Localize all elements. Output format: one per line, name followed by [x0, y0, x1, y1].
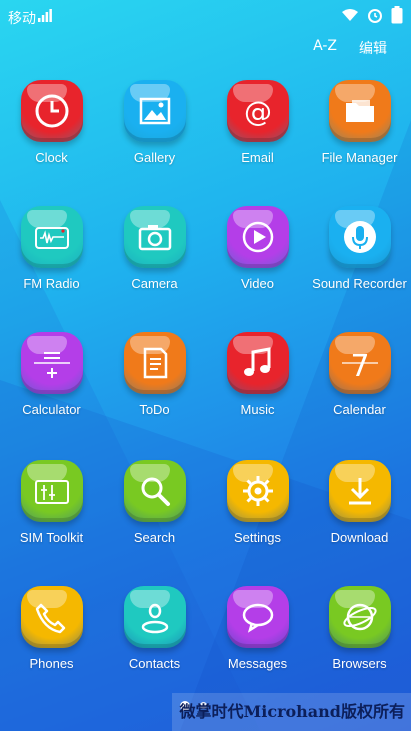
app-sim-toolkit[interactable]: SIM Toolkit [0, 460, 103, 545]
app-label: Sound Recorder [312, 276, 407, 291]
email-icon: @ [244, 95, 272, 128]
folder-icon [345, 100, 374, 122]
status-bar: 移动 [0, 0, 411, 32]
app-contacts[interactable]: Contacts [103, 586, 206, 671]
carrier-label: 移动 [8, 11, 36, 27]
app-label: SIM Toolkit [19, 530, 84, 545]
phone-icon [35, 603, 65, 634]
contact-icon [141, 603, 168, 634]
app-calculator[interactable]: Calculator [0, 332, 103, 417]
app-gallery[interactable]: Gallery [103, 80, 206, 165]
sim-toolkit-app-icon[interactable] [20, 460, 83, 522]
calendar-app-icon[interactable]: 7 [328, 332, 391, 394]
app-label: Calendar [333, 402, 386, 417]
sim-icon [34, 480, 69, 504]
microphone-icon [343, 221, 376, 253]
messages-app-icon[interactable] [226, 586, 289, 648]
play-icon [242, 221, 273, 253]
phones-app-icon[interactable] [20, 586, 83, 648]
app-music[interactable]: Music [206, 332, 309, 417]
radio-icon [34, 227, 69, 249]
app-label: Clock [35, 150, 68, 165]
svg-text:@: @ [244, 95, 272, 128]
header-actions: A-Z 编辑 [313, 38, 387, 58]
app-label: Search [133, 530, 176, 545]
app-phones[interactable]: Phones [0, 586, 103, 671]
battery-icon [391, 6, 403, 24]
app-search[interactable]: Search [103, 460, 206, 545]
app-label: Browsers [332, 656, 387, 671]
wifi-icon [342, 9, 358, 21]
email-app-icon[interactable]: @ [226, 80, 289, 142]
app-messages[interactable]: Messages [206, 586, 309, 671]
contacts-app-icon[interactable] [123, 586, 186, 648]
app-browsers[interactable]: Browsers [308, 586, 411, 671]
alarm-icon [368, 9, 382, 23]
app-camera[interactable]: Camera [103, 206, 206, 291]
search-app-icon[interactable] [123, 460, 186, 522]
gallery-icon [139, 97, 170, 125]
watermark-text: 微掌时代Microhand版权所有 [172, 693, 411, 731]
settings-app-icon[interactable] [226, 460, 289, 522]
app-label: File Manager [321, 150, 398, 165]
app-label: Calculator [22, 402, 81, 417]
download-icon [348, 478, 371, 505]
message-icon [242, 603, 273, 633]
app-label: Settings [234, 530, 281, 545]
music-app-icon[interactable] [226, 332, 289, 394]
edit-button[interactable]: 编辑 [359, 38, 387, 58]
sort-az-button[interactable]: A-Z [313, 38, 337, 58]
calculator-app-icon[interactable] [20, 332, 83, 394]
app-email[interactable]: @ Email [206, 80, 309, 165]
note-icon [143, 347, 167, 379]
search-icon [141, 477, 170, 506]
app-label: ToDo [139, 402, 170, 417]
calendar-icon: 7 [341, 349, 378, 383]
app-label: Contacts [128, 656, 181, 671]
video-app-icon[interactable] [226, 206, 289, 268]
app-download[interactable]: Download [308, 460, 411, 545]
calculator-icon [33, 352, 70, 378]
app-settings[interactable]: Settings [206, 460, 309, 545]
file-manager-app-icon[interactable] [328, 80, 391, 142]
gallery-app-icon[interactable] [123, 80, 186, 142]
app-label: FM Radio [23, 276, 80, 291]
fm-radio-app-icon[interactable] [20, 206, 83, 268]
clock-icon [35, 94, 68, 128]
app-sound-recorder[interactable]: Sound Recorder [308, 206, 411, 291]
app-fm-radio[interactable]: FM Radio [0, 206, 103, 291]
music-icon [243, 347, 270, 376]
app-file-manager[interactable]: File Manager [308, 80, 411, 165]
app-label: Phones [29, 656, 74, 671]
sound-recorder-app-icon[interactable] [328, 206, 391, 268]
app-label: Gallery [133, 150, 176, 165]
globe-icon [342, 603, 377, 631]
download-app-icon[interactable] [328, 460, 391, 522]
app-label: Camera [131, 276, 178, 291]
app-video[interactable]: Video [206, 206, 309, 291]
todo-app-icon[interactable] [123, 332, 186, 394]
app-clock[interactable]: Clock [0, 80, 103, 165]
app-todo[interactable]: ToDo [103, 332, 206, 417]
clock-app-icon[interactable] [20, 80, 83, 142]
signal-icon [38, 9, 52, 22]
app-label: Messages [227, 656, 288, 671]
gear-icon [242, 476, 273, 506]
app-calendar[interactable]: 7 Calendar [308, 332, 411, 417]
app-label: Email [241, 150, 274, 165]
app-label: Download [330, 530, 389, 545]
browsers-app-icon[interactable] [328, 586, 391, 648]
app-label: Music [240, 402, 275, 417]
camera-app-icon[interactable] [123, 206, 186, 268]
app-label: Video [240, 276, 274, 291]
calendar-day: 7 [350, 349, 369, 383]
camera-icon [138, 225, 171, 251]
